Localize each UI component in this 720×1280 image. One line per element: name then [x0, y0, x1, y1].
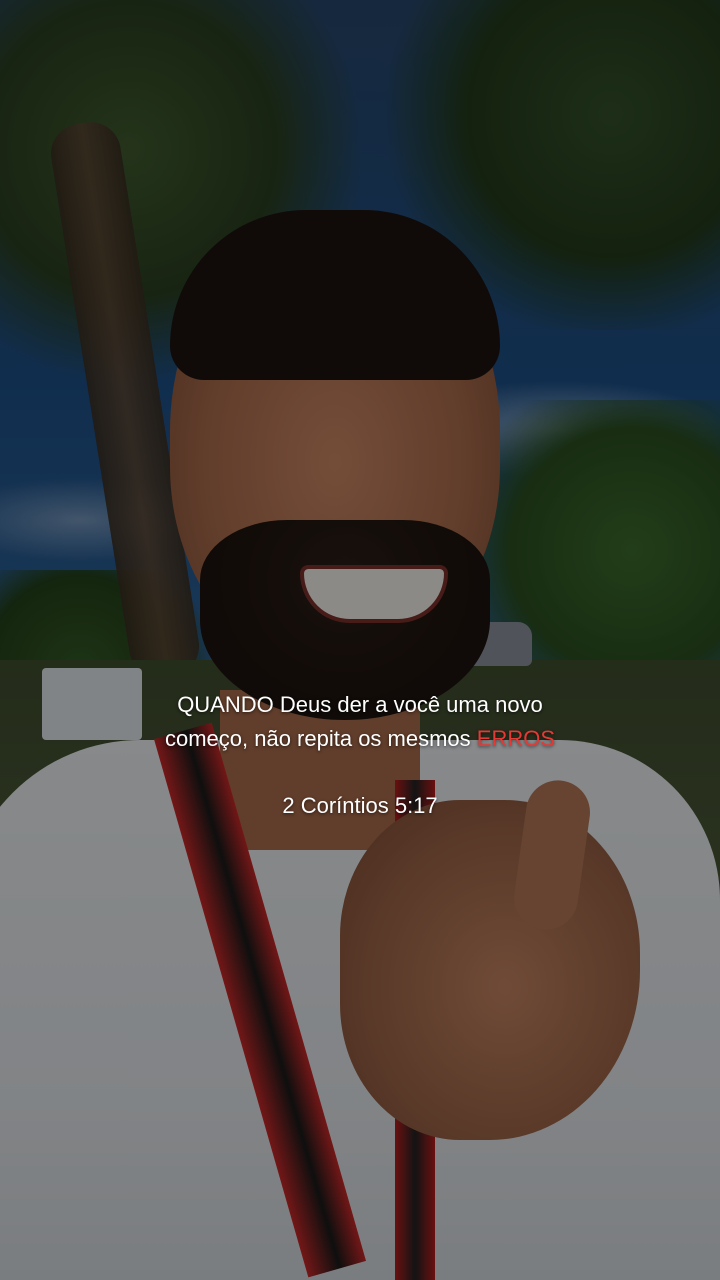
quote-highlight-word: ERROS	[476, 726, 556, 751]
quote-line-2-text: começo, não repita os mesmos	[164, 726, 477, 751]
quote-caption: QUANDO Deus der a você uma novo começo, …	[0, 688, 720, 756]
bible-reference: 2 Coríntios 5:17	[282, 793, 438, 818]
dark-overlay	[0, 0, 720, 1280]
quote-line-2: começo, não repita os mesmos ERROS	[0, 722, 720, 756]
quote-line-1: QUANDO Deus der a você uma novo	[177, 692, 543, 717]
story-canvas: QUANDO Deus der a você uma novo começo, …	[0, 0, 720, 1280]
